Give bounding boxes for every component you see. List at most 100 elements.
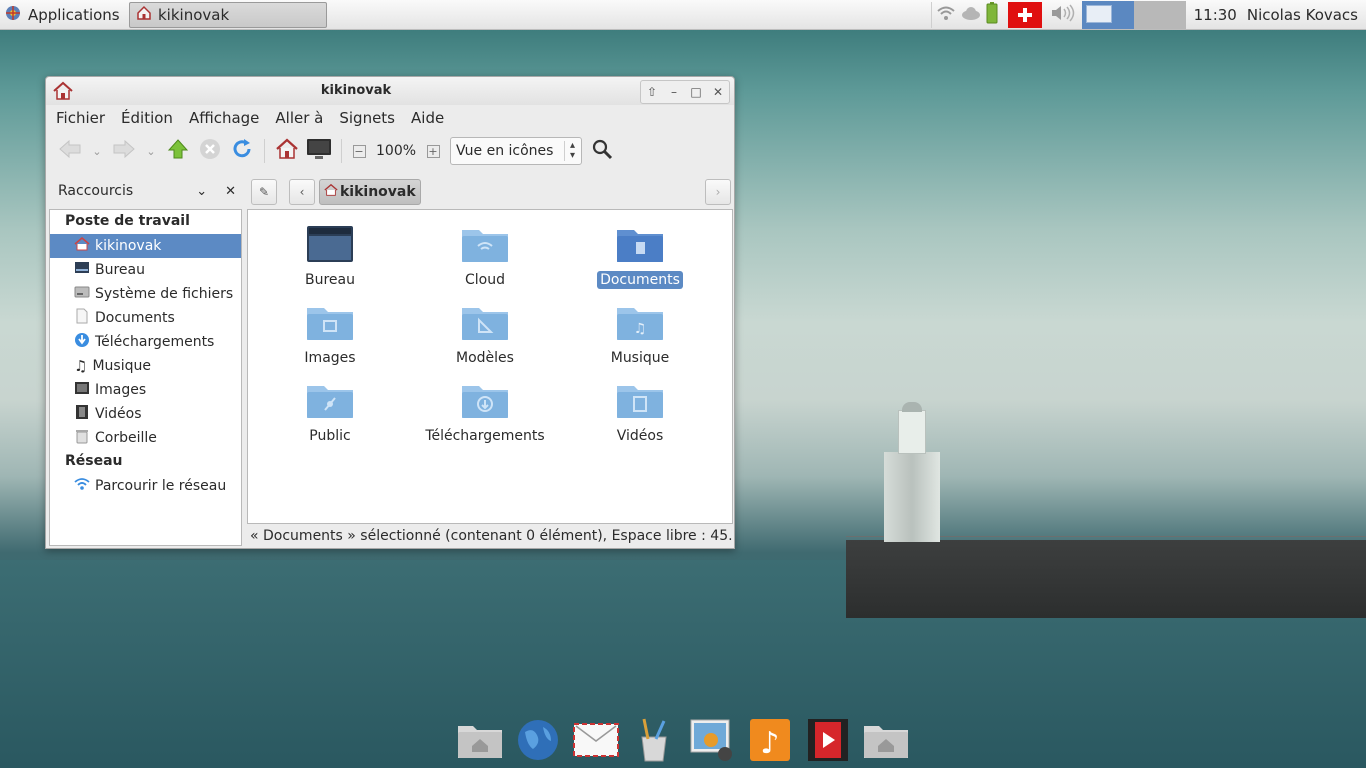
sidebar-item-musique[interactable]: ♫ Musique (50, 354, 241, 378)
computer-button[interactable] (303, 135, 335, 167)
dock: ♪ (456, 710, 910, 766)
sidebar-item-systeme-de-fichiers[interactable]: Système de fichiers (50, 282, 241, 306)
music-note-icon: ♪ (749, 718, 791, 766)
dock-graphics-editor[interactable] (630, 718, 678, 766)
taskbar-item-kikinovak[interactable]: kikinovak (129, 2, 327, 28)
dock-image-viewer[interactable] (688, 718, 736, 766)
menu-aide[interactable]: Aide (403, 105, 452, 131)
file-item-label: Public (309, 428, 351, 444)
path-crumb-home[interactable]: kikinovak (319, 179, 421, 205)
file-item-label: Vidéos (616, 428, 664, 444)
clock[interactable]: 11:30 (1194, 6, 1237, 24)
home-icon (74, 236, 90, 256)
sidebar-close-button[interactable]: ✕ (225, 183, 236, 199)
up-arrow-icon (167, 138, 189, 164)
sidebar-mode-dropdown[interactable]: ⌄ (196, 183, 207, 199)
view-mode-select[interactable]: Vue en icônes ▴ ▾ (450, 137, 583, 165)
sidebar-header: Raccourcis ⌄ ✕ (50, 177, 242, 205)
file-item-videos[interactable]: Vidéos (565, 380, 715, 445)
sidebar-item-label: Corbeille (95, 430, 157, 446)
cloud-icon[interactable] (960, 4, 982, 26)
maximize-icon: □ (690, 85, 702, 99)
file-item-public[interactable]: Public (255, 380, 405, 445)
wifi-icon[interactable] (936, 4, 956, 26)
sidebar-item-images[interactable]: Images (50, 378, 241, 402)
menu-aller-a[interactable]: Aller à (267, 105, 331, 131)
close-button[interactable]: ✕ (707, 81, 729, 103)
sidebar-places: Poste de travail kikinovak Bureau Systèm… (49, 209, 242, 546)
forward-history-dropdown[interactable]: ⌄ (140, 135, 162, 167)
applications-menu-button[interactable]: Applications (4, 4, 120, 26)
home-button[interactable] (271, 135, 303, 167)
minimize-button[interactable]: – (663, 81, 685, 103)
dock-home-folder-2[interactable] (862, 718, 910, 766)
file-item-images[interactable]: Images (255, 302, 405, 367)
user-menu[interactable]: Nicolas Kovacs (1247, 6, 1358, 24)
dock-home-folder[interactable] (456, 718, 504, 766)
edit-location-button[interactable]: ✎ (251, 179, 277, 205)
workspace-2[interactable] (1133, 1, 1186, 29)
back-history-dropdown[interactable]: ⌄ (86, 135, 108, 167)
dock-mail[interactable] (572, 718, 620, 766)
path-scroll-right-button[interactable]: › (705, 179, 731, 205)
file-item-label: Téléchargements (425, 428, 545, 444)
reload-button[interactable] (226, 135, 258, 167)
parent-folder-button[interactable] (162, 135, 194, 167)
menu-signets[interactable]: Signets (331, 105, 403, 131)
workspace-1[interactable] (1081, 1, 1134, 29)
file-item-label: Documents (597, 271, 683, 289)
computer-icon (306, 137, 332, 165)
back-button[interactable] (54, 135, 86, 167)
menu-fichier[interactable]: Fichier (48, 105, 113, 131)
envelope-icon (573, 723, 619, 761)
file-item-cloud[interactable]: Cloud (410, 224, 560, 289)
sidebar-item-label: Vidéos (95, 406, 142, 422)
menu-edition[interactable]: Édition (113, 105, 181, 131)
chevron-right-icon: › (715, 185, 721, 199)
window-titlebar[interactable]: kikinovak ⇧ – □ ✕ (46, 77, 734, 105)
chevron-down-icon: ⌄ (92, 144, 102, 158)
film-play-icon (807, 718, 849, 766)
file-item-bureau[interactable]: Bureau (255, 224, 405, 289)
sidebar-item-documents[interactable]: Documents (50, 306, 241, 330)
file-item-musique[interactable]: ♫ Musique (565, 302, 715, 367)
search-button[interactable] (586, 135, 618, 167)
file-item-documents[interactable]: Documents (565, 224, 715, 289)
sidebar-item-label: Téléchargements (95, 334, 215, 350)
battery-icon[interactable] (986, 2, 998, 28)
keep-above-button[interactable]: ⇧ (641, 81, 663, 103)
file-item-telechargements[interactable]: Téléchargements (410, 380, 560, 445)
photos-icon (689, 718, 735, 766)
home-icon (275, 137, 299, 165)
dock-video-player[interactable] (804, 718, 852, 766)
sidebar-item-videos[interactable]: Vidéos (50, 402, 241, 426)
globe-icon (515, 717, 561, 767)
stop-button[interactable] (194, 135, 226, 167)
back-arrow-icon (58, 139, 82, 163)
volume-icon[interactable] (1050, 3, 1076, 27)
sidebar-item-corbeille[interactable]: Corbeille (50, 426, 241, 450)
keyboard-layout-flag-icon[interactable] (1007, 2, 1042, 28)
status-bar: « Documents » sélectionné (contenant 0 é… (250, 528, 733, 544)
dock-music-player[interactable]: ♪ (746, 718, 794, 766)
image-icon (74, 380, 90, 400)
taskbar-item-label: kikinovak (158, 6, 230, 24)
zoom-in-button[interactable]: + (422, 135, 444, 167)
search-icon (591, 138, 613, 164)
sidebar-item-bureau[interactable]: Bureau (50, 258, 241, 282)
wallpaper-lighthouse-lantern (898, 410, 926, 454)
forward-button[interactable] (108, 135, 140, 167)
zoom-out-button[interactable]: − (348, 135, 370, 167)
dock-web-browser[interactable] (514, 718, 562, 766)
file-item-modeles[interactable]: Modèles (410, 302, 560, 367)
stop-icon (199, 138, 221, 164)
path-scroll-left-button[interactable]: ‹ (289, 179, 315, 205)
arrow-up-icon: ⇧ (646, 85, 658, 99)
cloud-folder-icon (461, 230, 509, 268)
sidebar-item-home[interactable]: kikinovak (50, 234, 241, 258)
sidebar-item-parcourir-le-reseau[interactable]: Parcourir le réseau (50, 474, 241, 498)
home-folder-icon (457, 720, 503, 764)
maximize-button[interactable]: □ (685, 81, 707, 103)
sidebar-item-telechargements[interactable]: Téléchargements (50, 330, 241, 354)
menu-affichage[interactable]: Affichage (181, 105, 267, 131)
